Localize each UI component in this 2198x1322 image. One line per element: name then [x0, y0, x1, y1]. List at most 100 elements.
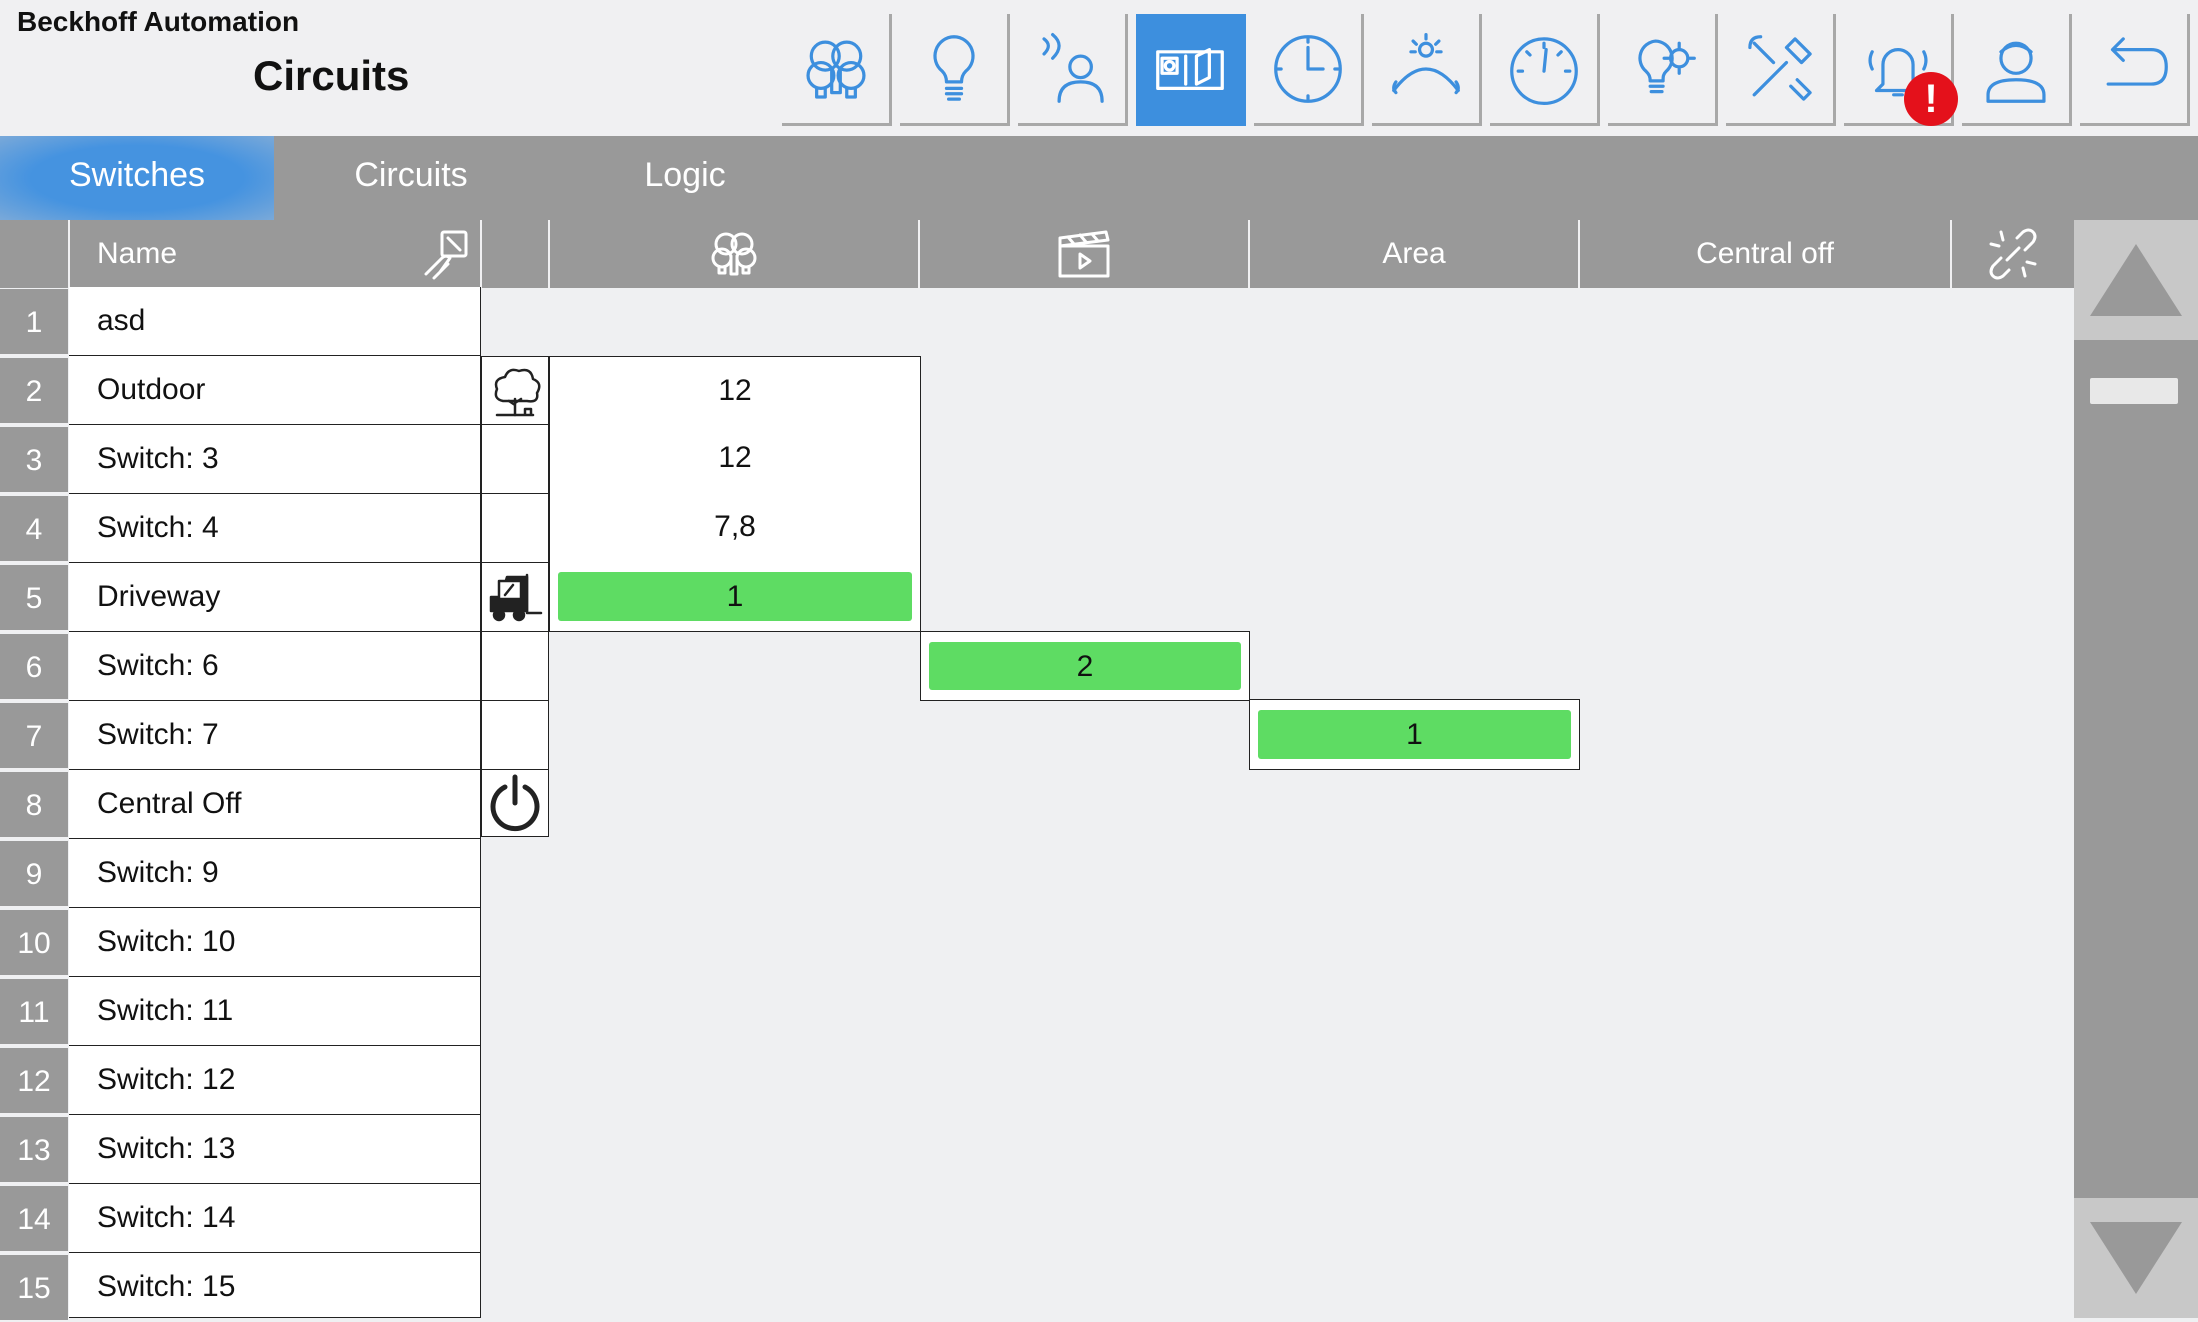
row-number-header: [0, 220, 70, 288]
switch-name-cell[interactable]: asd: [69, 287, 481, 356]
scroll-down-button[interactable]: [2074, 1198, 2198, 1318]
row-number: 12: [0, 1048, 68, 1115]
row-number: 5: [0, 565, 68, 632]
bulb-gear-icon: [1637, 38, 1696, 93]
row-number: 3: [0, 427, 68, 494]
scene-clapper-icon: [1058, 230, 1110, 278]
header: Beckhoff Automation Circuits !: [0, 0, 2198, 136]
tools-icon: [1747, 34, 1812, 101]
row-number: 7: [0, 703, 68, 770]
switch-name-cell[interactable]: Switch: 14: [69, 1184, 481, 1253]
toolbar-gauge-button[interactable]: [1490, 14, 1600, 126]
scroll-up-button[interactable]: [2074, 220, 2198, 340]
toolbar-bulb-settings-button[interactable]: [1608, 14, 1718, 126]
switch-icon-cell[interactable]: [481, 770, 549, 837]
toolbar-tools-button[interactable]: [1726, 14, 1836, 126]
tab-bar: Switches Circuits Logic: [0, 136, 2198, 220]
area-value-cell[interactable]: 1: [1249, 699, 1580, 770]
circuits-value-cell[interactable]: 7,8: [549, 493, 921, 563]
tab-switches[interactable]: Switches: [0, 136, 274, 220]
triangle-up-icon: [2090, 244, 2182, 316]
circuits-column-header[interactable]: [550, 220, 920, 288]
toolbar-daylight-button[interactable]: [1372, 14, 1482, 126]
tree-icon: [494, 368, 541, 416]
circuits-value-cell[interactable]: 12: [549, 356, 921, 425]
switch-icon-cell[interactable]: [481, 563, 549, 632]
touch-switch-icon: [424, 230, 468, 280]
row-number: 11: [0, 979, 68, 1046]
switch-icon-cell[interactable]: [481, 425, 549, 494]
switch-name-cell[interactable]: Switch: 13: [69, 1115, 481, 1184]
switch-icon-cell[interactable]: [481, 494, 549, 563]
row-number: 4: [0, 496, 68, 563]
row-number: 2: [0, 358, 68, 425]
row-number: 8: [0, 772, 68, 839]
toolbar-lighting-scenes-button[interactable]: [782, 14, 892, 126]
page-title: Circuits: [253, 52, 410, 99]
row-number: 10: [0, 910, 68, 977]
switch-icon-cell[interactable]: [481, 701, 549, 770]
switch-name-cell[interactable]: Switch: 6: [69, 632, 481, 701]
icon-column-header: [482, 220, 550, 288]
row-number: 15: [0, 1255, 68, 1322]
switch-icon-cell[interactable]: [481, 356, 549, 425]
active-value-chip: 2: [929, 642, 1241, 690]
vertical-scrollbar[interactable]: [2074, 220, 2198, 1318]
row-number: 13: [0, 1117, 68, 1184]
user-icon: [1985, 41, 2046, 103]
alarm-badge: !: [1904, 72, 1958, 126]
unlink-column-header[interactable]: [1952, 220, 2074, 288]
circuits-value-cell[interactable]: 12: [549, 424, 921, 494]
triangle-down-icon: [2090, 1222, 2182, 1294]
presence-sensor-icon: [1041, 32, 1104, 103]
area-column-header[interactable]: Area: [1250, 220, 1580, 288]
daylight-icon: [1391, 32, 1460, 94]
lighting-scenes-icon: [805, 40, 866, 99]
back-arrow-icon: [2106, 36, 2168, 86]
circuits-panel-icon: [1155, 47, 1224, 90]
unlink-icon: [1989, 228, 2037, 280]
toolbar-user-button[interactable]: [1962, 14, 2072, 126]
brand-name: Beckhoff Automation: [17, 6, 300, 37]
tab-circuits[interactable]: Circuits: [274, 136, 548, 220]
switch-name-cell[interactable]: Switch: 3: [69, 425, 481, 494]
scene-value-cell[interactable]: 2: [920, 631, 1250, 701]
name-column-header[interactable]: Name: [70, 220, 482, 288]
toolbar-alarm-button[interactable]: !: [1844, 14, 1958, 126]
row-number: 14: [0, 1186, 68, 1253]
name-header-label: Name: [97, 237, 178, 270]
switch-name-cell[interactable]: Outdoor: [69, 356, 481, 425]
switch-name-cell[interactable]: Switch: 12: [69, 1046, 481, 1115]
scroll-thumb[interactable]: [2090, 378, 2178, 404]
central-off-column-header[interactable]: Central off: [1580, 220, 1952, 288]
power-icon: [490, 774, 540, 832]
switch-name-cell[interactable]: Central Off: [69, 770, 481, 839]
active-value-chip: 1: [558, 572, 912, 621]
switch-name-cell[interactable]: Driveway: [69, 563, 481, 632]
switch-name-cell[interactable]: Switch: 9: [69, 839, 481, 908]
clock-icon: [1273, 34, 1342, 103]
table-header: Name Area Central off: [0, 220, 2074, 288]
gauge-icon: [1509, 36, 1578, 105]
toolbar-back-button[interactable]: [2080, 14, 2190, 126]
switch-name-cell[interactable]: Switch: 11: [69, 977, 481, 1046]
bulb-group-icon: [711, 232, 757, 276]
scene-column-header[interactable]: [920, 220, 1250, 288]
tab-logic[interactable]: Logic: [548, 136, 822, 220]
toolbar-lightbulb-button[interactable]: [900, 14, 1010, 126]
row-number: 1: [0, 289, 68, 356]
switch-name-cell[interactable]: Switch: 10: [69, 908, 481, 977]
toolbar-circuits-button[interactable]: [1136, 14, 1246, 126]
circuits-value-cell[interactable]: 1: [549, 562, 921, 632]
forklift-icon: [489, 573, 543, 622]
toolbar-presence-button[interactable]: [1018, 14, 1128, 126]
row-number: 6: [0, 634, 68, 701]
toolbar-clock-button[interactable]: [1254, 14, 1364, 126]
switch-name-cell[interactable]: Switch: 15: [69, 1253, 481, 1318]
active-value-chip: 1: [1258, 710, 1571, 759]
switch-name-cell[interactable]: Switch: 4: [69, 494, 481, 563]
switch-name-cell[interactable]: Switch: 7: [69, 701, 481, 770]
lightbulb-icon: [932, 34, 975, 101]
switch-icon-cell[interactable]: [481, 632, 549, 701]
row-number: 9: [0, 841, 68, 908]
